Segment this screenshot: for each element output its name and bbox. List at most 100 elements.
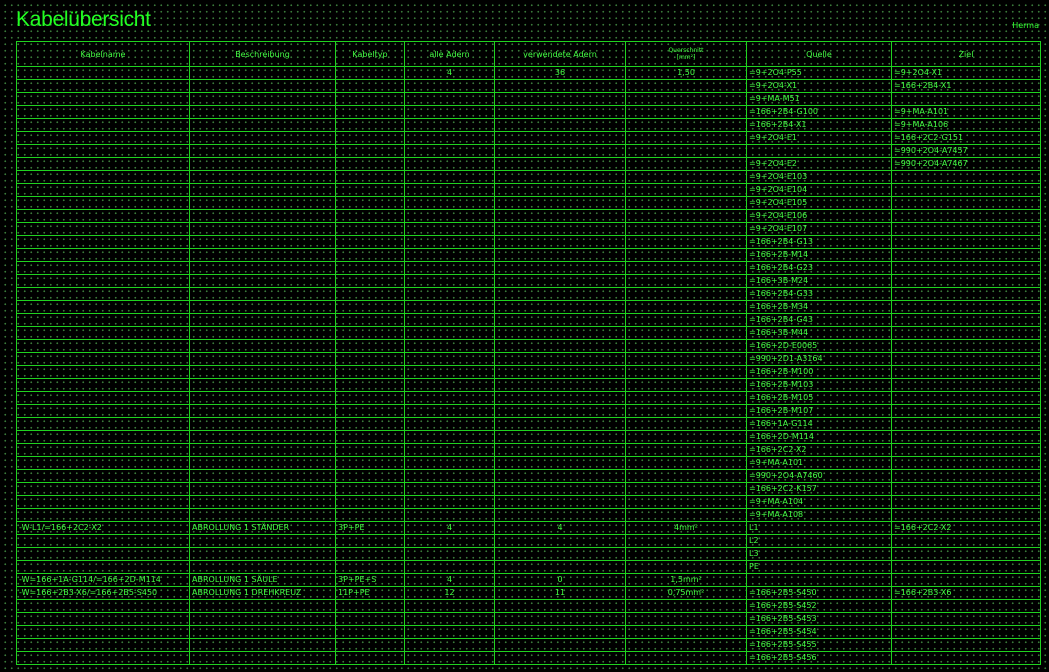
cell-description xyxy=(189,417,336,431)
cell-description xyxy=(189,144,336,158)
cell-used-cores xyxy=(494,287,626,301)
table-row[interactable]: =990+2O4-A7457 xyxy=(16,144,1041,158)
cell-description: ABROLLUNG 1 DREHKREUZ xyxy=(189,586,336,600)
cell-cable-type xyxy=(335,430,405,444)
cell-cable-type xyxy=(335,326,405,340)
cell-description xyxy=(189,560,336,574)
header-all-cores[interactable]: alle Adern xyxy=(404,41,495,67)
table-row[interactable]: 4 36 1,50 =9+2O4-P55 =9+2O4-X1 xyxy=(16,66,1041,80)
table-row[interactable]: =166+2B5-S455 xyxy=(16,638,1041,652)
table-row[interactable]: =166+2B5-S454 xyxy=(16,625,1041,639)
header-source[interactable]: Quelle xyxy=(746,41,892,67)
table-row[interactable]: =166+2B5-S456 xyxy=(16,651,1041,665)
table-row[interactable]: =166+2B-M100 xyxy=(16,365,1041,379)
table-row[interactable]: -W=166+2B3-X6/=166+2B5-S450 ABROLLUNG 1 D… xyxy=(16,586,1041,600)
cell-cross-section xyxy=(625,157,747,171)
cell-cable-name xyxy=(16,534,190,548)
table-row[interactable]: =166+1A-G114 xyxy=(16,417,1041,431)
table-row[interactable]: =9+MA-A101 xyxy=(16,456,1041,470)
table-row[interactable]: =166+2B4-G33 xyxy=(16,287,1041,301)
table-row[interactable]: =166+2B-M107 xyxy=(16,404,1041,418)
table-row[interactable]: =166+2B-M34 xyxy=(16,300,1041,314)
table-row[interactable]: -W-L1/=166+2C2-X2 ABROLLUNG 1 STÄNDER 3P+P… xyxy=(16,521,1041,535)
cell-cross-section xyxy=(625,326,747,340)
cell-description xyxy=(189,118,336,132)
table-row[interactable]: =166+2B4-G100 =9+MA-A101 xyxy=(16,105,1041,119)
cell-description xyxy=(189,248,336,262)
cell-source: =9+2O4-E106 xyxy=(746,209,892,223)
cell-cable-type xyxy=(335,144,405,158)
cell-used-cores xyxy=(494,417,626,431)
cell-cable-name: -W-L1/=166+2C2-X2 xyxy=(16,521,190,535)
table-row[interactable]: =166+2B5-S453 xyxy=(16,612,1041,626)
table-row[interactable]: PE xyxy=(16,560,1041,574)
cell-target xyxy=(891,508,1041,522)
table-row[interactable]: =166+2D-M114 xyxy=(16,430,1041,444)
table-row[interactable]: =9+2O4-E1 =166+2C2-G151 xyxy=(16,131,1041,145)
header-target[interactable]: Ziel xyxy=(891,41,1041,67)
table-row[interactable]: =9+MA-A104 xyxy=(16,495,1041,509)
cell-source: =9+MA-M51 xyxy=(746,92,892,106)
table-row[interactable]: L3 xyxy=(16,547,1041,561)
table-row[interactable]: =9+2O4-E103 xyxy=(16,170,1041,184)
table-row[interactable]: =9+MA-M51 xyxy=(16,92,1041,106)
cell-all-cores xyxy=(404,547,495,561)
cell-description xyxy=(189,157,336,171)
header-cross-section[interactable]: Querschnitt [mm²] xyxy=(625,41,747,67)
table-row[interactable]: =9+2O4-E2 =990+2O4-A7467 xyxy=(16,157,1041,171)
table-row[interactable]: =9+2O4-E107 xyxy=(16,222,1041,236)
cell-all-cores xyxy=(404,508,495,522)
table-row[interactable]: =166+2C2-K157 xyxy=(16,482,1041,496)
table-row[interactable]: =990+2D1-A3164 xyxy=(16,352,1041,366)
cell-all-cores xyxy=(404,105,495,119)
table-row[interactable]: =166+3B-M24 xyxy=(16,274,1041,288)
table-row[interactable]: =990+2O4-A7460 xyxy=(16,469,1041,483)
header-used-cores[interactable]: verwendete Adern xyxy=(494,41,626,67)
cell-cable-name xyxy=(16,222,190,236)
cell-description xyxy=(189,79,336,93)
header-description[interactable]: Beschreibung xyxy=(189,41,336,67)
header-cable-type[interactable]: Kabeltyp xyxy=(335,41,405,67)
table-row[interactable]: =166+2B-M105 xyxy=(16,391,1041,405)
cell-target xyxy=(891,534,1041,548)
table-row[interactable]: =166+2B-M14 xyxy=(16,248,1041,262)
cell-source: =166+2B5-S455 xyxy=(746,638,892,652)
table-row[interactable]: =166+2B5-S452 xyxy=(16,599,1041,613)
cell-used-cores xyxy=(494,313,626,327)
table-row[interactable]: =9+MA-A108 xyxy=(16,508,1041,522)
table-row[interactable]: L2 xyxy=(16,534,1041,548)
cell-cable-name xyxy=(16,105,190,119)
table-row[interactable]: =166+2B4-X1 =9+MA-A106 xyxy=(16,118,1041,132)
table-row[interactable]: =9+2O4-X1 =166+2B4-X1 xyxy=(16,79,1041,93)
table-row[interactable]: =166+2B4-G43 xyxy=(16,313,1041,327)
cell-target xyxy=(891,209,1041,223)
cell-cross-section xyxy=(625,287,747,301)
cell-source: =166+2B-M103 xyxy=(746,378,892,392)
table-row[interactable]: =166+2B4-G13 xyxy=(16,235,1041,249)
table-row[interactable]: =166+2B-M103 xyxy=(16,378,1041,392)
cell-cable-type xyxy=(335,560,405,574)
cell-used-cores xyxy=(494,625,626,639)
cell-all-cores xyxy=(404,274,495,288)
header-cable-name[interactable]: Kabelname xyxy=(16,41,190,67)
table-row[interactable]: =166+2D-E0065 xyxy=(16,339,1041,353)
cell-source: =166+2B-M14 xyxy=(746,248,892,262)
table-row[interactable]: -W=166+1A-G114/=166+2D-M114 ABROLLUNG 1 S… xyxy=(16,573,1041,587)
cell-source: =9+2O4-E103 xyxy=(746,170,892,184)
cell-all-cores xyxy=(404,144,495,158)
table-row[interactable]: =9+2O4-E106 xyxy=(16,209,1041,223)
table-row[interactable]: =166+3B-M44 xyxy=(16,326,1041,340)
table-row[interactable]: =166+2C2-X2 xyxy=(16,443,1041,457)
cell-target xyxy=(891,313,1041,327)
table-row[interactable]: =9+2O4-E105 xyxy=(16,196,1041,210)
table-row[interactable]: =166+2B4-G23 xyxy=(16,261,1041,275)
cell-cable-name xyxy=(16,378,190,392)
table-row[interactable]: =9+2O4-E104 xyxy=(16,183,1041,197)
cell-source: =166+2D-E0065 xyxy=(746,339,892,353)
cell-target xyxy=(891,547,1041,561)
cell-source: L1 xyxy=(746,521,892,535)
cell-cross-section xyxy=(625,170,747,184)
cell-cable-name xyxy=(16,170,190,184)
cell-all-cores xyxy=(404,157,495,171)
cell-all-cores xyxy=(404,625,495,639)
